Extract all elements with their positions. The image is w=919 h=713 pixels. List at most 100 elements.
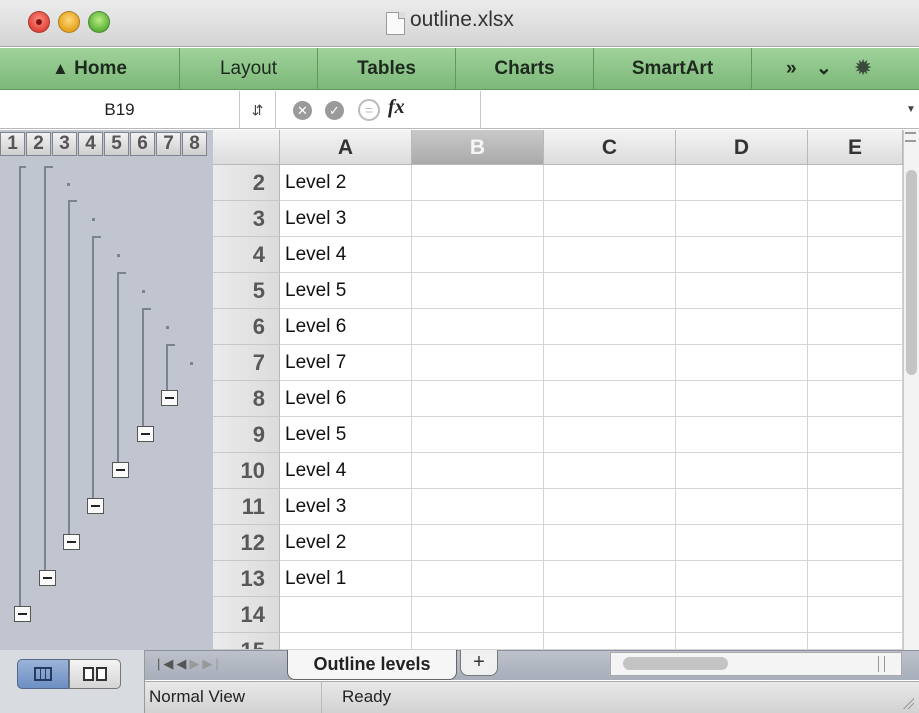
- tab-home[interactable]: ▲ Home: [0, 48, 180, 90]
- cell[interactable]: [544, 597, 676, 633]
- row-header[interactable]: 9: [213, 417, 280, 453]
- outline-level-button[interactable]: 5: [104, 132, 129, 156]
- horizontal-split-icon[interactable]: [878, 656, 885, 672]
- cell[interactable]: [808, 525, 903, 561]
- fx-button[interactable]: fx: [388, 96, 405, 119]
- cell[interactable]: [412, 453, 544, 489]
- row-header-partial[interactable]: 15: [213, 633, 280, 650]
- tab-layout[interactable]: Layout: [180, 48, 318, 90]
- page-layout-view-button[interactable]: [69, 659, 121, 689]
- cell[interactable]: [412, 201, 544, 237]
- cell[interactable]: [412, 417, 544, 453]
- more-tabs-button[interactable]: » ⌄ ✹: [752, 48, 919, 90]
- cell[interactable]: [808, 417, 903, 453]
- cell[interactable]: [544, 525, 676, 561]
- formula-expand-icon[interactable]: ▼: [906, 104, 916, 115]
- cell[interactable]: [412, 165, 544, 201]
- cell[interactable]: [544, 273, 676, 309]
- cell[interactable]: [808, 489, 903, 525]
- cell[interactable]: [280, 597, 412, 633]
- cell[interactable]: [808, 273, 903, 309]
- cell[interactable]: [412, 237, 544, 273]
- cell[interactable]: [808, 237, 903, 273]
- cell[interactable]: [808, 597, 903, 633]
- collapse-group-level-7-button[interactable]: [161, 390, 178, 406]
- cell[interactable]: [676, 633, 808, 650]
- column-header[interactable]: A: [280, 130, 412, 165]
- cell[interactable]: [808, 381, 903, 417]
- cell[interactable]: [544, 237, 676, 273]
- cell[interactable]: Level 2: [280, 525, 412, 561]
- cell[interactable]: Level 2: [280, 165, 412, 201]
- cell[interactable]: [676, 273, 808, 309]
- cell[interactable]: [544, 417, 676, 453]
- cell[interactable]: [412, 381, 544, 417]
- add-sheet-button[interactable]: +: [460, 650, 498, 676]
- cell[interactable]: [808, 633, 903, 650]
- first-sheet-icon[interactable]: |◀: [157, 656, 176, 671]
- outline-level-button[interactable]: 8: [182, 132, 207, 156]
- split-pane-icon[interactable]: [905, 132, 916, 142]
- horizontal-scroll-thumb[interactable]: [623, 657, 728, 670]
- confirm-formula-icon[interactable]: ✓: [325, 101, 344, 120]
- column-header[interactable]: D: [676, 130, 808, 165]
- outline-level-button[interactable]: 2: [26, 132, 51, 156]
- cell[interactable]: [676, 525, 808, 561]
- cell[interactable]: [676, 201, 808, 237]
- formula-builder-toggle-icon[interactable]: =: [358, 99, 380, 121]
- row-header[interactable]: 5: [213, 273, 280, 309]
- cell[interactable]: Level 7: [280, 345, 412, 381]
- outline-bar-level-5[interactable]: [117, 272, 119, 470]
- previous-sheet-icon[interactable]: ◀: [176, 656, 189, 671]
- cell[interactable]: Level 6: [280, 309, 412, 345]
- cell[interactable]: [676, 381, 808, 417]
- column-header[interactable]: E: [808, 130, 903, 165]
- tab-smartart[interactable]: SmartArt: [594, 48, 752, 90]
- cell[interactable]: Level 6: [280, 381, 412, 417]
- cell[interactable]: [544, 453, 676, 489]
- row-header[interactable]: 4: [213, 237, 280, 273]
- collapse-group-level-1-button[interactable]: [14, 606, 31, 622]
- name-box[interactable]: B19: [0, 91, 240, 129]
- cell[interactable]: [544, 165, 676, 201]
- cell[interactable]: [544, 561, 676, 597]
- row-header[interactable]: 3: [213, 201, 280, 237]
- tab-tables[interactable]: Tables: [318, 48, 456, 90]
- last-sheet-icon[interactable]: ▶|: [202, 656, 221, 671]
- cell[interactable]: [676, 489, 808, 525]
- resize-grip-icon[interactable]: [900, 695, 914, 709]
- row-header[interactable]: 12: [213, 525, 280, 561]
- cell[interactable]: [544, 489, 676, 525]
- formula-input[interactable]: [480, 91, 900, 129]
- outline-bar-level-1[interactable]: [19, 166, 21, 616]
- minimize-window-button[interactable]: [58, 11, 80, 33]
- cell[interactable]: [676, 417, 808, 453]
- outline-level-button[interactable]: 3: [52, 132, 77, 156]
- cell[interactable]: [676, 561, 808, 597]
- row-header[interactable]: 14: [213, 597, 280, 633]
- cell[interactable]: Level 5: [280, 273, 412, 309]
- outline-bar-level-4[interactable]: [92, 236, 94, 506]
- sheet-tab-outline-levels[interactable]: Outline levels: [287, 650, 457, 680]
- name-box-stepper-icon[interactable]: ⇵: [240, 91, 276, 129]
- collapse-group-level-5-button[interactable]: [112, 462, 129, 478]
- collapse-group-level-3-button[interactable]: [63, 534, 80, 550]
- collapse-group-level-4-button[interactable]: [87, 498, 104, 514]
- cell[interactable]: [676, 309, 808, 345]
- zoom-window-button[interactable]: [88, 11, 110, 33]
- cell[interactable]: Level 4: [280, 237, 412, 273]
- cell[interactable]: [808, 561, 903, 597]
- cell[interactable]: [676, 597, 808, 633]
- vertical-scroll-thumb[interactable]: [906, 170, 917, 375]
- row-header[interactable]: 7: [213, 345, 280, 381]
- cell[interactable]: [676, 237, 808, 273]
- column-header[interactable]: C: [544, 130, 676, 165]
- cell[interactable]: Level 3: [280, 489, 412, 525]
- outline-bar-level-6[interactable]: [142, 308, 144, 434]
- outline-level-button[interactable]: 6: [130, 132, 155, 156]
- row-header[interactable]: 11: [213, 489, 280, 525]
- cell[interactable]: [544, 345, 676, 381]
- cell[interactable]: Level 5: [280, 417, 412, 453]
- cell[interactable]: [412, 633, 544, 650]
- select-all-corner[interactable]: [213, 130, 280, 165]
